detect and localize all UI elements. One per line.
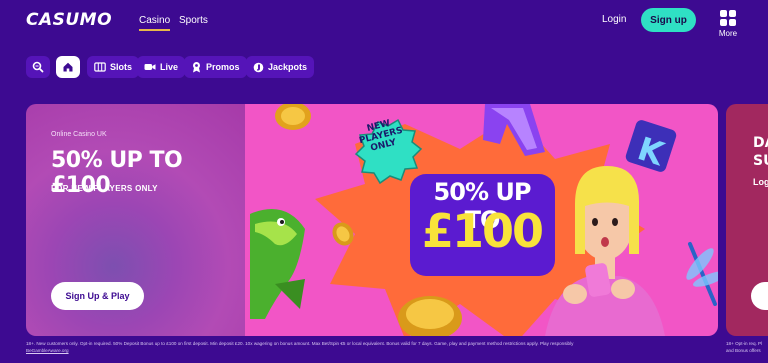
nav-casino[interactable]: Casino <box>139 15 171 31</box>
promo-banner[interactable]: Online Casino UK 50% UP TO £100 FOR NEW … <box>26 104 718 336</box>
next-card-title: DA SU <box>753 134 768 170</box>
home-button[interactable] <box>56 56 80 78</box>
banner-subheadline: FOR NEW PLAYERS ONLY <box>51 184 158 193</box>
next-card-title-line1: DA <box>753 135 768 151</box>
next-disclaimer-line1: 18+ Opt-in req. Pl <box>726 341 763 346</box>
more-menu-button[interactable]: More <box>716 10 740 38</box>
tab-jackpots[interactable]: Jackpots <box>246 56 315 78</box>
banner-text-panel: Online Casino UK 50% UP TO £100 FOR NEW … <box>26 104 245 336</box>
home-icon <box>63 62 73 72</box>
terms-disclaimer: 18+. New customers only. Opt-in required… <box>26 340 696 354</box>
more-label: More <box>718 29 738 38</box>
dragonfly-icon <box>686 242 718 306</box>
search-icon <box>32 61 44 73</box>
next-card-button[interactable] <box>751 282 768 310</box>
banner-artwork: K NEW PLAYERS ONLY 50% UP TO £100 <box>245 104 718 336</box>
casumo-logo[interactable]: CASUMO <box>26 10 112 30</box>
disclaimer-text: 18+. New customers only. Opt-in required… <box>26 341 574 346</box>
promos-icon <box>193 62 200 73</box>
next-promo-card[interactable]: DA SU Log <box>726 104 768 336</box>
next-card-title-line2: SU <box>753 153 768 169</box>
category-bar: Slots Live Promos Jackpots <box>0 44 768 90</box>
login-link[interactable]: Login <box>602 14 626 25</box>
signup-and-play-button[interactable]: Sign Up & Play <box>51 282 144 310</box>
live-camera-icon <box>144 64 156 70</box>
jackpots-icon <box>253 62 264 72</box>
tab-live[interactable]: Live <box>137 56 186 78</box>
signup-button[interactable]: Sign up <box>641 8 696 32</box>
tab-jackpots-label: Jackpots <box>268 62 308 72</box>
tab-promos-label: Promos <box>206 62 240 72</box>
begambleaware-link[interactable]: BeGambleAware.org <box>26 348 69 353</box>
nav-sports[interactable]: Sports <box>179 15 208 26</box>
grid-icon <box>720 10 736 26</box>
next-disclaimer-line2: and Bonus offers <box>726 348 761 353</box>
letter-k-icon: K <box>625 120 677 173</box>
top-header: CASUMO Casino Sports Login Sign up More <box>0 0 768 44</box>
tab-slots-label: Slots <box>110 62 133 72</box>
banner-eyebrow: Online Casino UK <box>51 131 107 138</box>
slots-icon <box>94 62 106 72</box>
gold-coin-icon <box>275 104 311 130</box>
promo-offer-amount: £100 <box>421 204 544 258</box>
next-card-disclaimer: 18+ Opt-in req. Pl and Bonus offers <box>726 340 768 354</box>
fish-icon <box>250 209 305 319</box>
tab-live-label: Live <box>160 62 179 72</box>
next-card-subtitle: Log <box>753 177 768 187</box>
tab-slots[interactable]: Slots <box>87 56 140 78</box>
tab-promos[interactable]: Promos <box>184 56 247 78</box>
search-button[interactable] <box>26 56 50 78</box>
